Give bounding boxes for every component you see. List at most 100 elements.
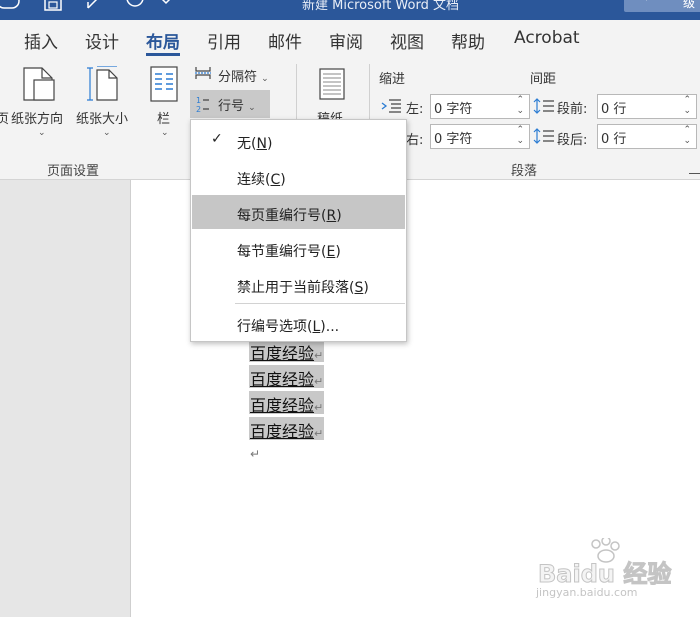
paper-size-icon [86, 65, 120, 106]
spacing-after-label: 段后: [557, 133, 588, 148]
orientation-icon [22, 66, 58, 106]
menu-separator [235, 303, 405, 304]
line-numbers-button[interactable]: 行号 ⌄ [218, 95, 256, 114]
indent-right-label: 右: [406, 133, 424, 148]
columns-chevron-icon[interactable]: ⌄ [161, 128, 169, 138]
indent-left-label: 左: [406, 102, 424, 117]
paragraph-mark-icon: ↵ [250, 447, 261, 461]
columns-button[interactable]: 栏 [157, 108, 170, 127]
line-text: 百度经验 [250, 344, 315, 363]
paper-size-button[interactable]: 纸张大小 [76, 108, 128, 127]
spinner-arrows-icon[interactable]: ⌃ ⌄ [683, 95, 691, 117]
customize-qat-icon[interactable] [158, 0, 174, 12]
tab-layout[interactable]: 布局 [146, 28, 180, 53]
line-numbers-menu: ✓ 无(N) 连续(C) 每页重编行号(R) 每节重编行号(E) 禁止用于当前段落… [190, 119, 407, 342]
menu-item-accelerator: N [256, 136, 267, 152]
breaks-icon [194, 65, 212, 85]
margins-button[interactable]: 页 [0, 108, 9, 127]
spinner-arrows-icon[interactable]: ⌃ ⌄ [516, 95, 524, 117]
spacing-header: 间距 [530, 72, 557, 87]
menu-item-restart-each-page[interactable]: 每页重编行号(R) [192, 195, 405, 229]
spacing-after-spinner[interactable]: 0 行 ⌃ ⌄ [597, 124, 697, 149]
paragraph-mark-icon: ↵ [314, 427, 324, 440]
page-setup-group-label: 页面设置 [47, 164, 100, 179]
tab-help[interactable]: 帮助 [451, 28, 485, 53]
orientation-button[interactable]: 纸张方向 [11, 108, 63, 127]
document-line[interactable]: 百度经验↵ [249, 365, 325, 389]
document-line[interactable]: 百度经验↵ [249, 339, 325, 363]
spacing-before-icon [533, 97, 555, 119]
menu-item-tail: )... [320, 319, 340, 335]
line-numbers-label: 行号 [218, 99, 245, 114]
spacing-before-spinner[interactable]: 0 行 ⌃ ⌄ [597, 94, 697, 119]
line-numbers-chevron-icon: ⌄ [248, 103, 256, 113]
indent-left-icon [381, 98, 403, 118]
redo-icon[interactable] [124, 0, 146, 12]
draft-paper-icon [319, 68, 347, 106]
menu-item-suppress-current-paragraph[interactable]: 禁止用于当前段落(S) [192, 267, 405, 301]
menu-item-tail: ) [363, 280, 369, 296]
menu-item-tail: ) [336, 208, 342, 224]
menu-item-accelerator: E [326, 244, 336, 260]
tab-references[interactable]: 引用 [207, 28, 241, 53]
line-text: 百度经验 [250, 370, 315, 389]
orientation-chevron-icon[interactable]: ⌄ [38, 128, 46, 138]
document-line[interactable]: 百度经验↵ [249, 417, 325, 441]
document-line[interactable]: 百度经验↵ [249, 391, 325, 415]
breaks-chevron-icon: ⌄ [261, 74, 269, 84]
menu-item-restart-each-section[interactable]: 每节重编行号(E) [192, 231, 405, 265]
paragraph-mark-icon: ↵ [314, 349, 324, 362]
menu-item-text: 无( [237, 136, 257, 152]
spinner-arrows-icon[interactable]: ⌃ ⌄ [683, 125, 691, 147]
menu-item-text: 每页重编行号( [237, 208, 327, 224]
watermark-logo-text: Baidu 经验 [537, 560, 672, 589]
active-tab-indicator [146, 53, 180, 56]
svg-text:1: 1 [196, 96, 201, 105]
spacing-after-icon [533, 127, 555, 149]
indent-right-spinner[interactable]: 0 字符 ⌃ ⌄ [430, 124, 530, 149]
undo-icon[interactable] [84, 0, 106, 12]
menu-item-tail: ) [335, 244, 341, 260]
menu-item-text: 禁止用于当前段落( [237, 280, 355, 296]
indent-left-value: 0 字符 [434, 102, 473, 117]
menu-item-text: 每节重编行号( [237, 244, 327, 260]
spacing-before-value: 0 行 [601, 102, 627, 117]
tab-insert[interactable]: 插入 [24, 28, 58, 53]
menu-item-continuous[interactable]: 连续(C) [192, 159, 405, 193]
menu-item-none[interactable]: ✓ 无(N) [192, 123, 405, 157]
tab-acrobat[interactable]: Acrobat [514, 28, 580, 48]
paragraph-group-label: 段落 [511, 164, 538, 179]
title-right-text: 级 [683, 0, 696, 10]
tab-mailings[interactable]: 邮件 [268, 28, 302, 53]
menu-item-line-numbering-options[interactable]: 行编号选项(L)... [192, 306, 405, 340]
search-icon [646, 0, 648, 1]
tab-view[interactable]: 视图 [390, 28, 424, 53]
menu-item-accelerator: C [270, 172, 281, 188]
paragraph-dialog-launcher-icon[interactable] [689, 164, 700, 174]
indent-left-spinner[interactable]: 0 字符 ⌃ ⌄ [430, 94, 530, 119]
line-numbers-icon: 12 [196, 94, 210, 118]
ribbon-tab-bar: 插入 设计 布局 引用 邮件 审阅 视图 帮助 Acrobat [0, 20, 700, 58]
autosave-toggle-icon[interactable] [0, 0, 20, 12]
spinner-arrows-icon[interactable]: ⌃ ⌄ [516, 125, 524, 147]
watermark-url: jingyan.baidu.com [536, 586, 638, 599]
columns-icon [150, 66, 178, 106]
menu-item-tail: ) [280, 172, 286, 188]
document-title: 新建 Microsoft Word 文档 [302, 0, 459, 13]
paragraph-mark-icon: ↵ [314, 375, 324, 388]
breaks-button[interactable]: 分隔符 ⌄ [218, 66, 269, 85]
paragraph-mark-icon: ↵ [314, 401, 324, 414]
title-bar: 新建 Microsoft Word 文档 级 [0, 0, 700, 20]
save-icon[interactable] [42, 0, 64, 12]
checkmark-icon: ✓ [211, 131, 223, 147]
tab-review[interactable]: 审阅 [329, 28, 363, 53]
indent-right-value: 0 字符 [434, 132, 473, 147]
paper-size-chevron-icon[interactable]: ⌄ [103, 128, 111, 138]
spacing-after-value: 0 行 [601, 132, 627, 147]
spacing-before-label: 段前: [557, 102, 588, 117]
breaks-label: 分隔符 [218, 70, 258, 85]
line-text: 百度经验 [250, 396, 315, 415]
line-text: 百度经验 [250, 422, 315, 441]
tab-design[interactable]: 设计 [85, 28, 119, 53]
indent-header: 缩进 [379, 72, 406, 87]
